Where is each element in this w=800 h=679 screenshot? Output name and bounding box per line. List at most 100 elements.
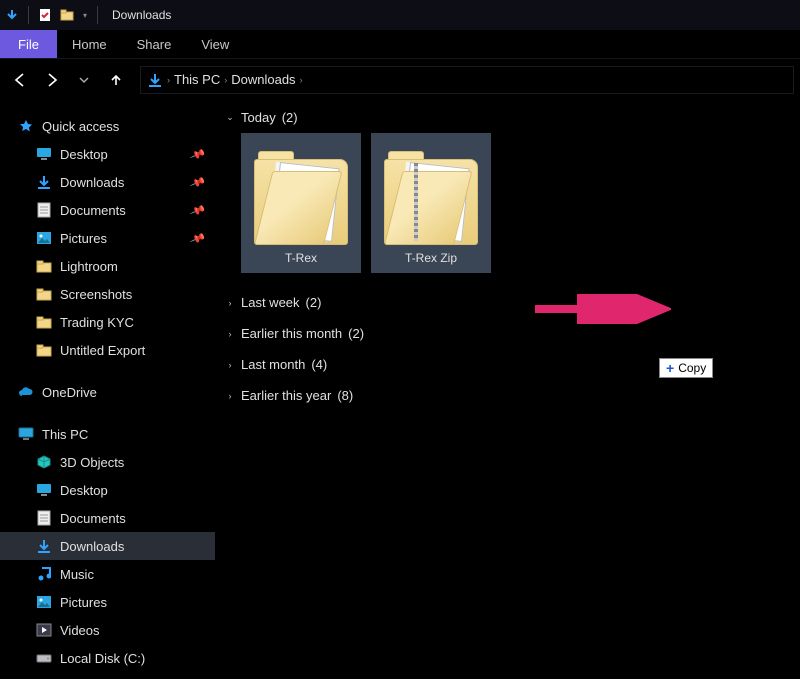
sidebar-item-local-disk-c-[interactable]: Local Disk (C:) (0, 644, 215, 672)
group-header[interactable]: ›Last week(2) (215, 291, 800, 314)
up-button[interactable] (102, 66, 130, 94)
group-today: ⌄Today(2)T-RexT-Rex Zip (215, 100, 800, 285)
qat-dropdown-icon[interactable]: ▾ (83, 11, 87, 20)
ribbon: File Home Share View (0, 30, 800, 58)
star-icon (18, 118, 34, 134)
tree-label: Desktop (60, 483, 108, 498)
content-pane[interactable]: ⌄Today(2)T-RexT-Rex Zip›Last week(2)›Ear… (215, 100, 800, 679)
tree-label: Untitled Export (60, 343, 145, 358)
breadcrumb-chevron[interactable]: › (167, 75, 170, 85)
folder-icon (36, 286, 52, 302)
sidebar-item-videos[interactable]: Videos (0, 616, 215, 644)
back-button[interactable] (6, 66, 34, 94)
pin-icon: 📌 (189, 146, 206, 163)
group-last-week: ›Last week(2) (215, 285, 800, 316)
videos-icon (36, 622, 52, 638)
sidebar-item-documents[interactable]: Documents 📌 (0, 196, 215, 224)
ribbon-tab-file[interactable]: File (0, 30, 57, 58)
folder-icon (36, 314, 52, 330)
file-label: T-Rex Zip (405, 251, 457, 265)
downloads-icon (36, 538, 52, 554)
quick-access-node[interactable]: Quick access (0, 112, 215, 140)
folder-icon (254, 159, 348, 245)
tree-label: Screenshots (60, 287, 132, 302)
downloads-icon (147, 72, 163, 88)
tree-quick-access: Quick access Desktop📌Downloads📌Documents… (0, 112, 215, 364)
drag-tooltip-label: Copy (678, 361, 706, 375)
group-items: T-Rex T-Rex Zip (215, 129, 800, 283)
address-bar[interactable]: › This PC› Downloads› (140, 66, 794, 94)
folder-icon (36, 258, 52, 274)
sidebar-item-downloads[interactable]: Downloads📌 (0, 168, 215, 196)
sidebar-item-trading-kyc[interactable]: Trading KYC (0, 308, 215, 336)
ribbon-tab-home[interactable]: Home (57, 30, 122, 58)
drive-icon (36, 650, 52, 666)
objects3d-icon (36, 454, 52, 470)
documents-icon (36, 202, 52, 218)
sidebar-item-pictures[interactable]: Pictures (0, 588, 215, 616)
file-item-t-rex-zip[interactable]: T-Rex Zip (371, 133, 491, 273)
sidebar-item-pictures[interactable]: Pictures📌 (0, 224, 215, 252)
breadcrumb-downloads[interactable]: Downloads› (231, 72, 302, 87)
chevron-right-icon: › (225, 360, 235, 370)
tree-label: Local Disk (C:) (60, 651, 145, 666)
group-label: Last week (241, 295, 300, 310)
main-area: Quick access Desktop📌Downloads📌Documents… (0, 100, 800, 679)
separator (97, 6, 98, 24)
sidebar-item-music[interactable]: Music (0, 560, 215, 588)
sidebar-item-desktop[interactable]: Desktop (0, 476, 215, 504)
pc-icon (18, 426, 34, 442)
tree-label: Videos (60, 623, 100, 638)
sidebar-item-documents[interactable]: Documents (0, 504, 215, 532)
desktop-icon (36, 482, 52, 498)
chevron-right-icon: › (225, 329, 235, 339)
tree-label: Downloads (60, 539, 124, 554)
drag-tooltip: + Copy (659, 358, 713, 378)
navigation-pane[interactable]: Quick access Desktop📌Downloads📌Documents… (0, 100, 215, 679)
group-label: Last month (241, 357, 305, 372)
pictures-icon (36, 594, 52, 610)
tree-label: Music (60, 567, 94, 582)
onedrive-node[interactable]: OneDrive (0, 378, 215, 406)
pin-icon: 📌 (189, 230, 206, 247)
tree-label: Documents (60, 203, 126, 218)
sidebar-item-screenshots[interactable]: Screenshots (0, 280, 215, 308)
sidebar-item-lightroom[interactable]: Lightroom (0, 252, 215, 280)
ribbon-tab-share[interactable]: Share (122, 30, 187, 58)
sidebar-item-untitled-export[interactable]: Untitled Export (0, 336, 215, 364)
qat-newfolder-icon[interactable] (59, 7, 75, 23)
group-label: Earlier this month (241, 326, 342, 341)
navigation-bar: › This PC› Downloads› (0, 58, 800, 100)
group-count: (8) (337, 388, 353, 403)
pin-icon: 📌 (189, 174, 206, 191)
sidebar-item-3d-objects[interactable]: 3D Objects (0, 448, 215, 476)
documents-icon (36, 510, 52, 526)
folder-icon (36, 342, 52, 358)
tree-label: This PC (42, 427, 88, 442)
desktop-icon (36, 146, 52, 162)
sidebar-item-downloads[interactable]: Downloads (0, 532, 215, 560)
group-count: (4) (311, 357, 327, 372)
ribbon-tab-view[interactable]: View (186, 30, 244, 58)
sidebar-item-desktop[interactable]: Desktop📌 (0, 140, 215, 168)
pin-icon: 📌 (189, 202, 206, 219)
group-label: Earlier this year (241, 388, 331, 403)
recent-locations-button[interactable] (70, 66, 98, 94)
tree-label: 3D Objects (60, 455, 124, 470)
group-header[interactable]: › Earlier this year (8) (215, 384, 800, 407)
group-header[interactable]: ⌄Today(2) (215, 106, 800, 129)
breadcrumb-thispc[interactable]: This PC› (174, 72, 227, 87)
breadcrumb-label: This PC (174, 72, 220, 87)
chevron-down-icon: ⌄ (225, 112, 235, 123)
group-label: Today (241, 110, 276, 125)
breadcrumb-label: Downloads (231, 72, 295, 87)
separator (28, 6, 29, 24)
pictures-icon (36, 230, 52, 246)
tree-label: Documents (60, 511, 126, 526)
chevron-right-icon: › (225, 391, 235, 401)
file-item-t-rex[interactable]: T-Rex (241, 133, 361, 273)
group-header[interactable]: ›Earlier this month(2) (215, 322, 800, 345)
thispc-node[interactable]: This PC (0, 420, 215, 448)
forward-button[interactable] (38, 66, 66, 94)
qat-properties-icon[interactable] (37, 7, 53, 23)
